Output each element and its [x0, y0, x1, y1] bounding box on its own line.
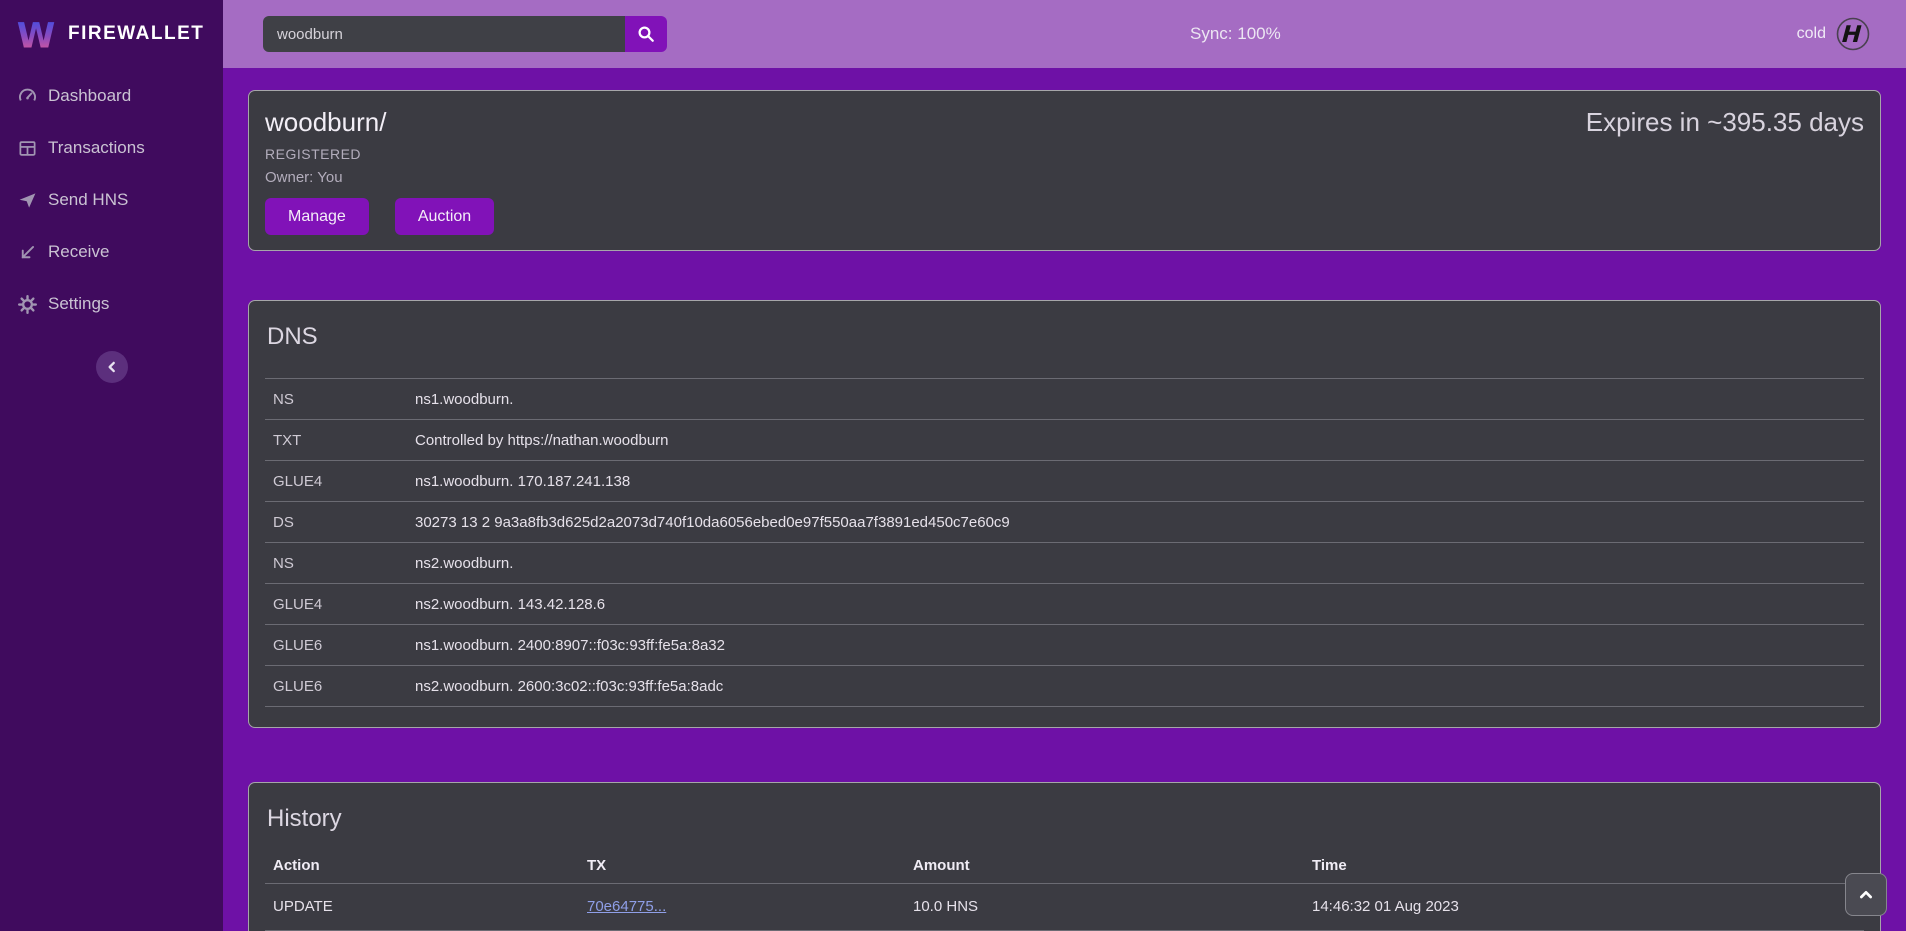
dns-record-value: ns2.woodburn. [407, 543, 1864, 584]
svg-text:H: H [1841, 22, 1862, 48]
firewallet-logo-icon: W [16, 13, 56, 55]
sidebar-item-send-hns[interactable]: Send HNS [0, 182, 223, 218]
history-col-tx: TX [579, 849, 905, 883]
dns-record-type: TXT [265, 420, 407, 461]
chevron-up-icon [1858, 887, 1874, 903]
dns-record-type: GLUE4 [265, 584, 407, 625]
search-icon [637, 25, 655, 43]
domain-name: woodburn/ [265, 107, 494, 138]
search-input[interactable] [263, 16, 625, 52]
sidebar-item-label: Settings [48, 294, 109, 314]
gear-icon [18, 295, 37, 314]
dns-record-value: ns2.woodburn. 2600:3c02::f03c:93ff:fe5a:… [407, 666, 1864, 707]
domain-expiry: Expires in ~395.35 days [1586, 107, 1864, 236]
topbar: Sync: 100% cold H [223, 0, 1906, 68]
dns-record-type: DS [265, 502, 407, 543]
sidebar-item-label: Dashboard [48, 86, 131, 106]
manage-button[interactable]: Manage [265, 198, 369, 235]
auction-button[interactable]: Auction [395, 198, 494, 235]
domain-actions: Manage Auction [265, 198, 494, 235]
history-title: History [267, 805, 1864, 833]
sidebar-item-dashboard[interactable]: Dashboard [0, 78, 223, 114]
domain-owner: Owner: You [265, 169, 494, 186]
history-action: UPDATE [265, 883, 579, 930]
dns-record-value: ns2.woodburn. 143.42.128.6 [407, 584, 1864, 625]
tx-link[interactable]: 70e64775... [587, 898, 666, 915]
dns-card: DNS NS ns1.woodburn. TXT Controlled by h… [248, 300, 1881, 728]
dns-record-row: DS 30273 13 2 9a3a8fb3d625d2a2073d740f10… [265, 502, 1864, 543]
dns-record-type: GLUE6 [265, 625, 407, 666]
history-card: History Action TX Amount Time UPDATE 70e… [248, 782, 1881, 931]
dns-record-value: ns1.woodburn. [407, 379, 1864, 420]
sidebar-item-settings[interactable]: Settings [0, 286, 223, 322]
send-icon [18, 191, 37, 210]
svg-text:W: W [17, 16, 56, 55]
dns-record-value: ns1.woodburn. 170.187.241.138 [407, 461, 1864, 502]
sidebar-item-transactions[interactable]: Transactions [0, 130, 223, 166]
wallet-indicator[interactable]: cold H [1797, 0, 1870, 68]
sidebar-nav: Dashboard Transactions Send HNS Receive [0, 68, 223, 322]
app-logo: W FIREWALLET [0, 0, 223, 68]
dns-record-type: GLUE4 [265, 461, 407, 502]
dns-record-value: Controlled by https://nathan.woodburn [407, 420, 1864, 461]
dns-record-row: GLUE6 ns1.woodburn. 2400:8907::f03c:93ff… [265, 625, 1864, 666]
scroll-to-top-button[interactable] [1845, 873, 1887, 916]
sidebar-item-label: Send HNS [48, 190, 128, 210]
gauge-icon [18, 87, 37, 106]
dns-record-type: NS [265, 379, 407, 420]
history-col-time: Time [1304, 849, 1864, 883]
dns-record-row: NS ns1.woodburn. [265, 379, 1864, 420]
dns-table: NS ns1.woodburn. TXT Controlled by https… [265, 378, 1864, 707]
domain-status: REGISTERED [265, 146, 494, 162]
main-content: woodburn/ REGISTERED Owner: You Manage A… [223, 68, 1906, 931]
search-bar [263, 16, 667, 52]
sidebar-item-label: Transactions [48, 138, 145, 158]
history-table: Action TX Amount Time UPDATE 70e64775...… [265, 849, 1864, 931]
handshake-logo-icon: H [1836, 17, 1870, 51]
history-amount: 10.0 HNS [905, 883, 1304, 930]
history-row: UPDATE 70e64775... 10.0 HNS 14:46:32 01 … [265, 883, 1864, 930]
history-col-action: Action [265, 849, 579, 883]
wallet-name: cold [1797, 25, 1826, 43]
dns-record-row: GLUE4 ns1.woodburn. 170.187.241.138 [265, 461, 1864, 502]
domain-card-left: woodburn/ REGISTERED Owner: You Manage A… [265, 105, 494, 236]
history-col-amount: Amount [905, 849, 1304, 883]
app-title: FIREWALLET [68, 23, 204, 45]
search-button[interactable] [625, 16, 667, 52]
dns-record-value: ns1.woodburn. 2400:8907::f03c:93ff:fe5a:… [407, 625, 1864, 666]
sidebar-collapse-button[interactable] [96, 351, 128, 383]
dns-record-value: 30273 13 2 9a3a8fb3d625d2a2073d740f10da6… [407, 502, 1864, 543]
sidebar-item-receive[interactable]: Receive [0, 234, 223, 270]
dns-record-row: GLUE4 ns2.woodburn. 143.42.128.6 [265, 584, 1864, 625]
receive-arrow-icon [18, 243, 37, 262]
table-icon [18, 139, 37, 158]
dns-record-type: NS [265, 543, 407, 584]
chevron-left-icon [105, 360, 119, 374]
dns-record-row: GLUE6 ns2.woodburn. 2600:3c02::f03c:93ff… [265, 666, 1864, 707]
history-time: 14:46:32 01 Aug 2023 [1304, 883, 1864, 930]
sync-status: Sync: 100% [1190, 0, 1281, 68]
dns-record-row: NS ns2.woodburn. [265, 543, 1864, 584]
dns-record-type: GLUE6 [265, 666, 407, 707]
dns-record-row: TXT Controlled by https://nathan.woodbur… [265, 420, 1864, 461]
sidebar: W FIREWALLET Dashboard Transactions [0, 0, 223, 931]
sidebar-item-label: Receive [48, 242, 109, 262]
domain-card: woodburn/ REGISTERED Owner: You Manage A… [248, 90, 1881, 251]
dns-title: DNS [267, 323, 1864, 351]
history-header-row: Action TX Amount Time [265, 849, 1864, 883]
